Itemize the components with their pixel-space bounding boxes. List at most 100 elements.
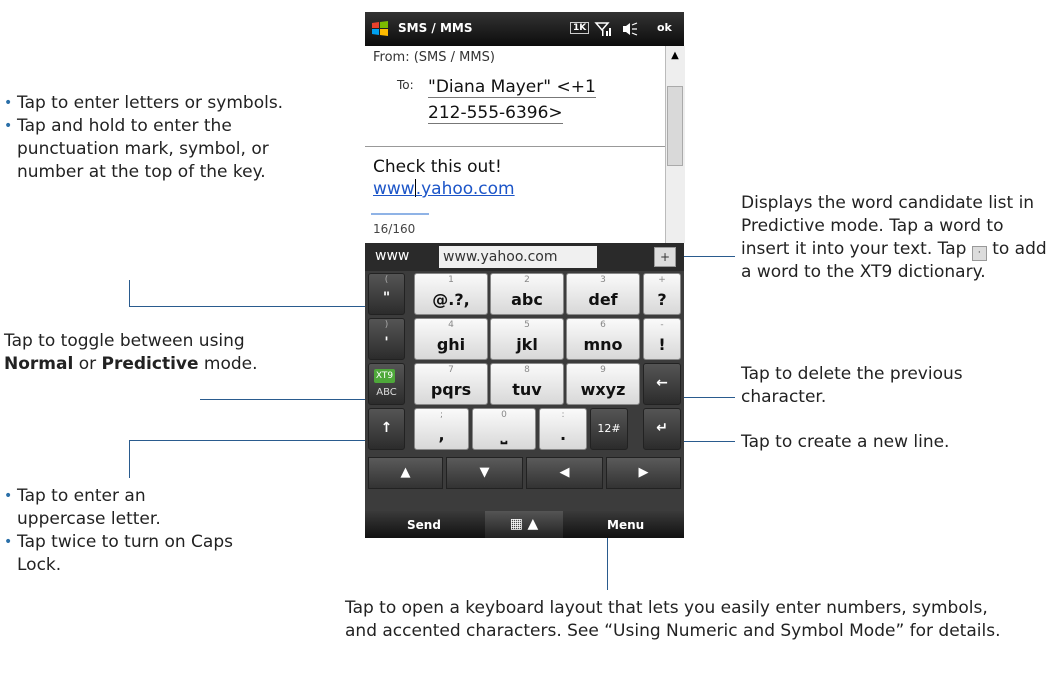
space-key[interactable]: 0 ⎵: [472, 408, 536, 450]
key-9-top: 9: [600, 365, 606, 375]
shift-key[interactable]: ↑: [368, 408, 405, 450]
annotation-shift-key: Tap to enter an uppercase letter. Tap tw…: [4, 485, 234, 577]
key-question-main: ?: [657, 290, 667, 309]
numeric-text: Tap to open a keyboard layout that lets …: [345, 598, 1001, 641]
key-1-main: @.?,: [432, 290, 470, 309]
keyboard: ( " 1 @.?, 2 abc 3 def + ? ) ' 4 ghi 5 j…: [365, 271, 684, 511]
key-2-main: abc: [511, 290, 543, 309]
key-3-main: def: [588, 290, 618, 309]
key-exclamation-main: !: [658, 335, 666, 354]
callout-line-newline: [679, 441, 735, 442]
arrow-up-key[interactable]: ▲: [368, 457, 443, 489]
candidate-word-1[interactable]: www: [375, 248, 409, 264]
annotation-newline: Tap to create a new line.: [741, 431, 1041, 454]
key-4-main: ghi: [436, 335, 466, 354]
key-comma-top: ;: [439, 410, 444, 420]
mode-or-text: or: [73, 354, 102, 374]
numeric-mode-key[interactable]: 12#: [590, 408, 628, 450]
key-quote-main: ": [382, 290, 391, 306]
scroll-thumb[interactable]: [667, 86, 683, 166]
key-period-main: .: [559, 425, 567, 444]
key-1[interactable]: 1 @.?,: [414, 273, 488, 315]
key-9-main: wxyz: [580, 380, 626, 399]
key-5-top: 5: [524, 320, 530, 330]
key-period-top: :: [561, 410, 565, 420]
title-bar: SMS / MMS 1K ok: [365, 12, 684, 46]
link-part-1: www: [373, 179, 415, 199]
key-apostrophe-main: ': [384, 335, 389, 351]
key-8[interactable]: 8 tuv: [490, 363, 564, 405]
menu-softkey[interactable]: Menu: [607, 518, 644, 532]
key-2[interactable]: 2 abc: [490, 273, 564, 315]
windows-start-icon[interactable]: [371, 20, 389, 38]
arrow-right-key[interactable]: ▶: [606, 457, 681, 489]
key-5[interactable]: 5 jkl: [490, 318, 564, 360]
backspace-key[interactable]: ←: [643, 363, 681, 405]
link-part-2: .yahoo.com: [415, 179, 515, 199]
speaker-icon[interactable]: [621, 21, 639, 37]
vertical-scrollbar[interactable]: ▲: [665, 46, 685, 243]
key-quote[interactable]: ( ": [368, 273, 405, 315]
character-counter: 16/160: [373, 222, 416, 236]
key-9[interactable]: 9 wxyz: [566, 363, 640, 405]
callout-line-delete: [679, 397, 735, 398]
message-body[interactable]: Check this out! www.yahoo.com: [373, 156, 515, 200]
key-2-top: 2: [524, 275, 530, 285]
to-field[interactable]: "Diana Mayer" <+1 212-555-6396>: [428, 74, 648, 126]
abc-label: ABC: [376, 387, 397, 398]
app-title: SMS / MMS: [398, 21, 473, 35]
send-softkey[interactable]: Send: [407, 518, 441, 532]
enter-key[interactable]: ↵: [643, 408, 681, 450]
key-8-top: 8: [524, 365, 530, 375]
body-line-1: Check this out!: [373, 157, 502, 177]
callout-line-shift-v: [129, 440, 130, 478]
ok-button[interactable]: ok: [657, 21, 672, 34]
key-5-main: jkl: [516, 335, 538, 354]
key-question[interactable]: + ?: [643, 273, 681, 315]
key-question-top: +: [658, 275, 666, 285]
annotation-numeric-mode: Tap to open a keyboard layout that lets …: [345, 597, 1025, 643]
callout-line-letters-v: [129, 280, 130, 307]
key-1-top: 1: [448, 275, 454, 285]
key-exclamation[interactable]: - !: [643, 318, 681, 360]
mode-normal-text: Normal: [4, 354, 74, 374]
key-6-top: 6: [600, 320, 606, 330]
mode-post-text: mode.: [198, 354, 258, 374]
candidate-word-2[interactable]: www.yahoo.com: [439, 246, 597, 268]
word-candidate-bar: www www.yahoo.com +: [365, 243, 684, 271]
key-7-main: pqrs: [430, 380, 472, 399]
arrow-left-key[interactable]: ◀: [526, 457, 603, 489]
key-period[interactable]: : .: [539, 408, 587, 450]
delete-text: Tap to delete the previous character.: [741, 364, 963, 407]
key-apostrophe[interactable]: ) ': [368, 318, 405, 360]
key-xt9-toggle[interactable]: XT9 ABC: [368, 363, 405, 405]
add-word-button[interactable]: +: [654, 247, 676, 267]
shift-icon: ↑: [380, 420, 393, 436]
to-value-line-1: "Diana Mayer" <+1: [428, 77, 596, 98]
key-6-main: mno: [583, 335, 623, 354]
key-6[interactable]: 6 mno: [566, 318, 640, 360]
phone-screen: SMS / MMS 1K ok From: (SMS / MMS) To: "D…: [365, 12, 685, 538]
arrow-left-icon: ◀: [559, 465, 570, 480]
key-comma[interactable]: ; ,: [414, 408, 469, 450]
key-3[interactable]: 3 def: [566, 273, 640, 315]
mode-pre-text: Tap to toggle between using: [4, 331, 245, 351]
arrow-up-icon: ▲: [400, 465, 411, 480]
body-link[interactable]: www.yahoo.com: [373, 178, 515, 200]
annotation-letters-item-1: Tap to enter letters or symbols.: [4, 92, 284, 115]
softkey-bar: Send ▦ ▲ Menu: [365, 511, 684, 538]
scroll-up-icon[interactable]: ▲: [666, 48, 684, 64]
callout-line-mode: [200, 399, 370, 400]
callout-line-shift-h: [129, 440, 372, 441]
backspace-icon: ←: [656, 375, 668, 391]
input-panel-button[interactable]: ▦ ▲: [485, 511, 563, 538]
space-icon: ⎵: [500, 425, 508, 444]
newline-text: Tap to create a new line.: [741, 432, 950, 452]
data-connection-icon: 1K: [570, 22, 590, 34]
from-field[interactable]: From: (SMS / MMS): [373, 50, 495, 65]
arrow-down-key[interactable]: ▼: [446, 457, 523, 489]
annotation-upper-item-2: Tap twice to turn on Caps Lock.: [4, 531, 234, 577]
message-header: From: (SMS / MMS) To: "Diana Mayer" <+1 …: [365, 46, 665, 147]
key-4[interactable]: 4 ghi: [414, 318, 488, 360]
key-7[interactable]: 7 pqrs: [414, 363, 488, 405]
